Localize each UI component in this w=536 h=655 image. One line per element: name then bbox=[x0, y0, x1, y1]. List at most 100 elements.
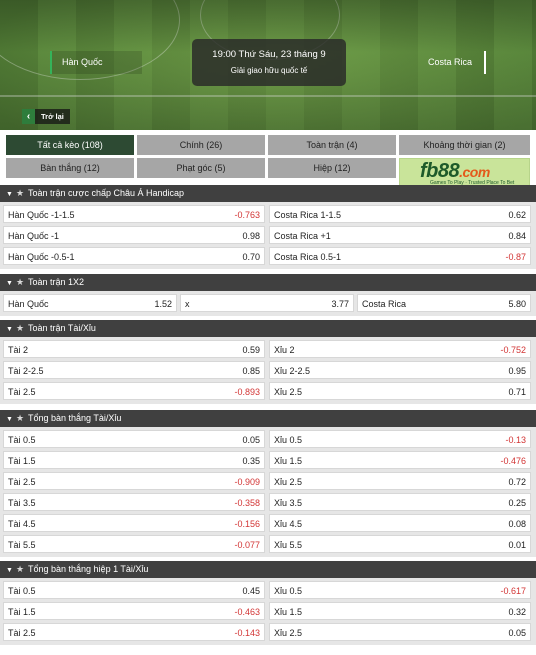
selection-label: Tài 0.5 bbox=[8, 435, 36, 445]
odds-cell[interactable]: Tài 1.5 0.35 bbox=[3, 451, 265, 469]
odds-cell[interactable]: Tài 2.5 -0.909 bbox=[3, 472, 265, 490]
odds-value: -0.077 bbox=[234, 540, 260, 550]
selection-label: Costa Rica 0.5-1 bbox=[274, 252, 342, 262]
odds-row: Hàn Quốc -0.5-1 0.70 Costa Rica 0.5-1 -0.87 bbox=[3, 247, 533, 265]
odds-row: Hàn Quốc -1 0.98 Costa Rica +1 0.84 bbox=[3, 226, 533, 244]
odds-cell[interactable]: Tài 0.5 0.05 bbox=[3, 430, 265, 448]
star-icon[interactable]: ★ bbox=[16, 320, 28, 337]
selection-label: Tài 0.5 bbox=[8, 586, 36, 596]
chevron-down-icon: ▼ bbox=[6, 567, 13, 574]
odds-value: -0.143 bbox=[234, 628, 260, 638]
odds-cell[interactable]: Hàn Quốc -1 0.98 bbox=[3, 226, 265, 244]
filter-main[interactable]: Chính (26) bbox=[137, 135, 265, 155]
market-section: ▼ ★ Toàn trận 1X2 Hàn Quốc 1.52 x 3.77 Costa Ri… bbox=[0, 274, 536, 316]
odds-row: Hàn Quốc -1-1.5 -0.763 Costa Rica 1-1.5 0.6… bbox=[3, 205, 533, 223]
filter-time-period[interactable]: Khoảng thời gian (2) bbox=[399, 135, 530, 155]
odds-cell[interactable]: Hàn Quốc -1-1.5 -0.763 bbox=[3, 205, 265, 223]
odds-cell[interactable]: Xỉu 2.5 0.72 bbox=[269, 472, 531, 490]
odds-row: Tài 2-2.5 0.85 Xỉu 2-2.5 0.95 bbox=[3, 361, 533, 379]
odds-value: 0.45 bbox=[242, 586, 260, 596]
odds-row: Tài 3.5 -0.358 Xỉu 3.5 0.25 bbox=[3, 493, 533, 511]
odds-cell[interactable]: Xỉu 4.5 0.08 bbox=[269, 514, 531, 532]
odds-cell[interactable]: Costa Rica +1 0.84 bbox=[269, 226, 531, 244]
chevron-down-icon: ▼ bbox=[6, 280, 13, 287]
odds-row: Tài 2.5 -0.893 Xỉu 2.5 0.71 bbox=[3, 382, 533, 400]
back-button[interactable]: ‹ Trở lại bbox=[22, 109, 70, 124]
chevron-down-icon: ▼ bbox=[6, 326, 13, 333]
odds-cell[interactable]: Costa Rica 1-1.5 0.62 bbox=[269, 205, 531, 223]
market-section-header[interactable]: ▼ ★ Tổng bàn thắng Tài/Xỉu bbox=[0, 410, 536, 427]
odds-value: -0.763 bbox=[234, 210, 260, 220]
selection-label: Tài 2.5 bbox=[8, 477, 36, 487]
odds-cell[interactable]: Xỉu 1.5 0.32 bbox=[269, 602, 531, 620]
selection-label: Hàn Quốc -0.5-1 bbox=[8, 252, 75, 262]
market-section-header[interactable]: ▼ ★ Toàn trận cược chấp Châu Á Handicap bbox=[0, 185, 536, 202]
odds-value: 0.35 bbox=[242, 456, 260, 466]
odds-cell[interactable]: x 3.77 bbox=[180, 294, 354, 312]
odds-value: 0.71 bbox=[508, 387, 526, 397]
odds-value: -0.87 bbox=[505, 252, 526, 262]
odds-value: 1.52 bbox=[154, 299, 172, 309]
odds-cell[interactable]: Xỉu 0.5 -0.13 bbox=[269, 430, 531, 448]
market-section-header[interactable]: ▼ ★ Toàn trận 1X2 bbox=[0, 274, 536, 291]
market-section-header[interactable]: ▼ ★ Toàn trận Tài/Xỉu bbox=[0, 320, 536, 337]
odds-value: -0.909 bbox=[234, 477, 260, 487]
filter-goals[interactable]: Bàn thắng (12) bbox=[6, 158, 134, 178]
star-icon[interactable]: ★ bbox=[16, 561, 28, 578]
odds-value: 0.95 bbox=[508, 366, 526, 376]
chevron-down-icon: ▼ bbox=[6, 416, 13, 423]
odds-value: 0.25 bbox=[508, 498, 526, 508]
selection-label: Xỉu 3.5 bbox=[274, 498, 303, 508]
odds-value: 0.32 bbox=[508, 607, 526, 617]
filter-corners[interactable]: Phạt góc (5) bbox=[137, 158, 265, 178]
star-icon[interactable]: ★ bbox=[16, 185, 28, 202]
selection-label: Xỉu 2.5 bbox=[274, 387, 303, 397]
filter-half[interactable]: Hiệp (12) bbox=[268, 158, 396, 178]
odds-cell[interactable]: Xỉu 2.5 0.71 bbox=[269, 382, 531, 400]
selection-label: Tài 5.5 bbox=[8, 540, 36, 550]
odds-cell[interactable]: Tài 3.5 -0.358 bbox=[3, 493, 265, 511]
odds-value: 0.08 bbox=[508, 519, 526, 529]
odds-cell[interactable]: Xỉu 2 -0.752 bbox=[269, 340, 531, 358]
odds-cell[interactable]: Xỉu 5.5 0.01 bbox=[269, 535, 531, 553]
market-section: ▼ ★ Tổng bàn thắng Tài/Xỉu Tài 0.5 0.05 Xỉu 0… bbox=[0, 410, 536, 557]
odds-cell[interactable]: Hàn Quốc -0.5-1 0.70 bbox=[3, 247, 265, 265]
filter-all[interactable]: Tất cả kèo (108) bbox=[6, 135, 134, 155]
selection-label: Tài 2.5 bbox=[8, 628, 36, 638]
odds-cell[interactable]: Xỉu 2-2.5 0.95 bbox=[269, 361, 531, 379]
odds-cell[interactable]: Tài 5.5 -0.077 bbox=[3, 535, 265, 553]
odds-value: 0.05 bbox=[242, 435, 260, 445]
odds-cell[interactable]: Xỉu 0.5 -0.617 bbox=[269, 581, 531, 599]
market-section-header[interactable]: ▼ ★ Tổng bàn thắng hiệp 1 Tài/Xỉu bbox=[0, 561, 536, 578]
odds-cell[interactable]: Tài 2.5 -0.143 bbox=[3, 623, 265, 641]
odds-cell[interactable]: Xỉu 1.5 -0.476 bbox=[269, 451, 531, 469]
filter-full-time[interactable]: Toàn trận (4) bbox=[268, 135, 396, 155]
odds-cell[interactable]: Tài 4.5 -0.156 bbox=[3, 514, 265, 532]
odds-value: 0.05 bbox=[508, 628, 526, 638]
odds-cell[interactable]: Costa Rica 5.80 bbox=[357, 294, 531, 312]
odds-cell[interactable]: Tài 2-2.5 0.85 bbox=[3, 361, 265, 379]
odds-value: -0.463 bbox=[234, 607, 260, 617]
star-icon[interactable]: ★ bbox=[16, 274, 28, 291]
market-section: ▼ ★ Tổng bàn thắng hiệp 1 Tài/Xỉu Tài 0.5 0.… bbox=[0, 561, 536, 645]
odds-cell[interactable]: Tài 1.5 -0.463 bbox=[3, 602, 265, 620]
selection-label: Xỉu 4.5 bbox=[274, 519, 303, 529]
market-rows: Tài 0.5 0.45 Xỉu 0.5 -0.617 Tài 1.5 -0.463 Xỉu… bbox=[0, 578, 536, 645]
odds-cell[interactable]: Costa Rica 0.5-1 -0.87 bbox=[269, 247, 531, 265]
market-title: Tổng bàn thắng hiệp 1 Tài/Xỉu bbox=[28, 564, 149, 574]
market-section: ▼ ★ Toàn trận cược chấp Châu Á Handicap Hàn… bbox=[0, 185, 536, 269]
home-team: Hàn Quốc bbox=[50, 51, 142, 74]
market-title: Tổng bàn thắng Tài/Xỉu bbox=[28, 413, 122, 423]
star-icon[interactable]: ★ bbox=[16, 410, 28, 427]
competition-name: Giải giao hữu quốc tế bbox=[230, 66, 308, 75]
fb88-banner[interactable]: fb88.com Games To Play · Trusted Place T… bbox=[399, 158, 530, 188]
odds-value: -0.476 bbox=[500, 456, 526, 466]
odds-cell[interactable]: Tài 2.5 -0.893 bbox=[3, 382, 265, 400]
odds-row: Tài 2.5 -0.143 Xỉu 2.5 0.05 bbox=[3, 623, 533, 641]
selection-label: Tài 2-2.5 bbox=[8, 366, 44, 376]
odds-cell[interactable]: Xỉu 2.5 0.05 bbox=[269, 623, 531, 641]
odds-cell[interactable]: Hàn Quốc 1.52 bbox=[3, 294, 177, 312]
odds-cell[interactable]: Tài 2 0.59 bbox=[3, 340, 265, 358]
odds-cell[interactable]: Xỉu 3.5 0.25 bbox=[269, 493, 531, 511]
odds-cell[interactable]: Tài 0.5 0.45 bbox=[3, 581, 265, 599]
